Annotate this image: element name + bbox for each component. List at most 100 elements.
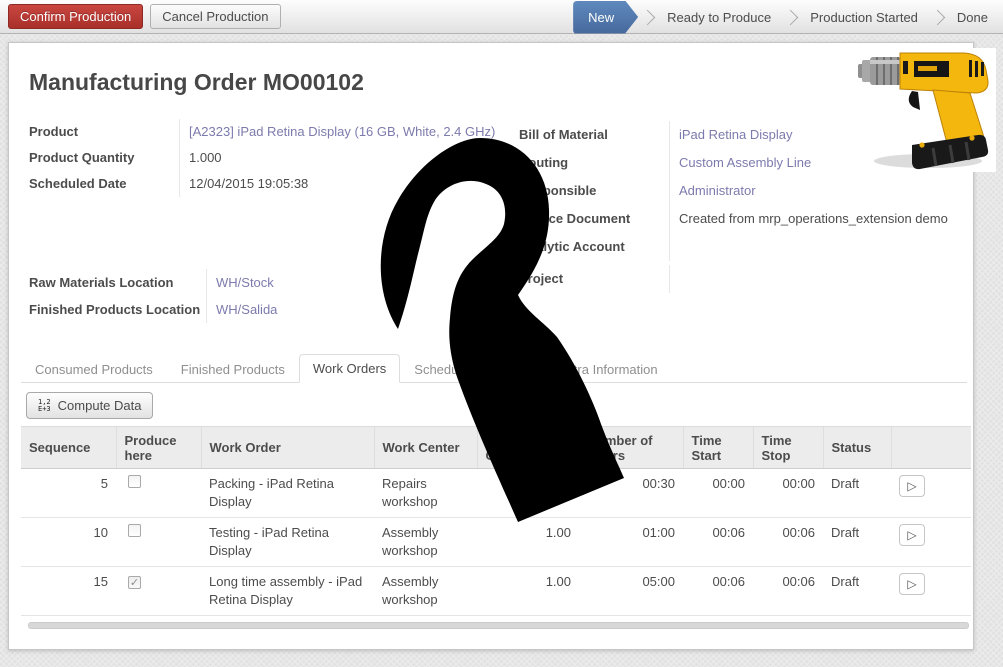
table-row[interactable]: 10Testing - iPad Retina DisplayAssembly … — [21, 518, 971, 567]
start-work-order-button[interactable]: ▷ — [899, 524, 925, 546]
stage-ready-to-produce[interactable]: Ready to Produce — [654, 1, 784, 34]
field-value-source-document[interactable]: Created from mrp_operations_extension de… — [679, 205, 971, 233]
stage-done[interactable]: Done — [944, 1, 1001, 34]
column-header-number-of-hours[interactable]: Number of Hours — [579, 427, 683, 469]
column-header-produce-here[interactable]: Produce here — [116, 427, 201, 469]
field-label-finished-products-location: Finished Products Location — [29, 296, 206, 323]
field-value-product-quantity[interactable]: 1.000 — [189, 145, 507, 171]
compute-data-button[interactable]: 1,2E+3 Compute Data — [26, 392, 153, 419]
table-row[interactable]: 15 ✓ Long time assembly - iPad Retina Disp… — [21, 567, 971, 616]
field-label-product: Product — [29, 119, 179, 145]
field-label-routing: Routing — [519, 149, 669, 177]
stage-separator-icon — [783, 9, 799, 25]
produce-here-checkbox[interactable]: ✓ — [128, 576, 141, 589]
cell-number-of-cycles: 1.00 — [477, 518, 579, 567]
product-image-drill — [856, 48, 996, 172]
cell-time-stop: 00:00 — [753, 469, 823, 518]
column-header-sequence[interactable]: Sequence — [21, 427, 116, 469]
cell-produce-here — [116, 469, 201, 518]
field-label-scheduled-date: Scheduled Date — [29, 171, 179, 197]
form-sheet: Manufacturing Order MO00102 ProductProdu… — [8, 42, 974, 650]
column-header-number-of-cycles[interactable]: Number of Cycles — [477, 427, 579, 469]
table-header-row: SequenceProduce hereWork OrderWork Cente… — [21, 427, 971, 469]
cell-work-center: Assembly workshop — [374, 518, 477, 567]
field-value-scheduled-date[interactable]: 12/04/2015 19:05:38 — [189, 171, 507, 197]
table-row[interactable]: 5 Packing - iPad Retina DisplayRepairs wo… — [21, 469, 971, 518]
cell-time-start: 00:00 — [683, 469, 753, 518]
column-header-blank[interactable] — [891, 427, 971, 469]
field-value-project[interactable] — [679, 265, 971, 293]
stage-new[interactable]: New — [573, 1, 638, 34]
field-value-analytic-account[interactable] — [679, 233, 971, 261]
field-labels: ProductProduct QuantityScheduled Date — [29, 119, 179, 197]
start-work-order-button[interactable]: ▷ — [899, 573, 925, 595]
field-values: [A2323] iPad Retina Display (16 GB, Whit… — [179, 119, 507, 197]
field-values: WH/StockWH/Salida — [206, 269, 399, 323]
cell-produce-here — [116, 518, 201, 567]
field-group-project: Project — [519, 265, 971, 293]
cell-work-center: Repairs workshop — [374, 469, 477, 518]
tab-finished-products[interactable]: Finished Products — [167, 355, 299, 383]
cell-status: Draft — [823, 567, 891, 616]
column-header-work-order[interactable]: Work Order — [201, 427, 374, 469]
field-label-product-quantity: Product Quantity — [29, 145, 179, 171]
tab-work-orders[interactable]: Work Orders — [299, 354, 400, 383]
cancel-production-button[interactable]: Cancel Production — [150, 4, 280, 29]
page-title: Manufacturing Order MO00102 — [29, 69, 364, 96]
table-body: 5 Packing - iPad Retina DisplayRepairs wo… — [21, 469, 971, 616]
notebook-tabs: Consumed ProductsFinished ProductsWork O… — [21, 354, 967, 383]
manufacturing-order-screen: Confirm Production Cancel Production New… — [0, 0, 1003, 667]
field-label-source-document: Source Document — [519, 205, 669, 233]
field-value-product[interactable]: [A2323] iPad Retina Display (16 GB, Whit… — [189, 119, 507, 145]
cell-number-of-cycles: 1.00 — [477, 567, 579, 616]
cell-number-of-hours: 01:00 — [579, 518, 683, 567]
field-group-left: ProductProduct QuantityScheduled Date [A2… — [29, 119, 507, 197]
field-value-raw-materials-location[interactable]: WH/Stock — [216, 269, 399, 296]
field-values — [669, 265, 971, 293]
toolbar: Confirm Production Cancel Production New… — [0, 0, 1003, 34]
field-value-finished-products-location[interactable]: WH/Salida — [216, 296, 399, 323]
cell-action: ▷ — [891, 469, 971, 518]
horizontal-scrollbar[interactable] — [28, 622, 969, 629]
field-group-locations: Raw Materials LocationFinished Products … — [29, 269, 399, 323]
column-header-time-start[interactable]: Time Start — [683, 427, 753, 469]
column-header-status[interactable]: Status — [823, 427, 891, 469]
produce-here-checkbox[interactable] — [128, 475, 141, 488]
column-header-time-stop[interactable]: Time Stop — [753, 427, 823, 469]
cell-status: Draft — [823, 518, 891, 567]
cell-number-of-hours: 05:00 — [579, 567, 683, 616]
cell-work-center: Assembly workshop — [374, 567, 477, 616]
tab-scheduled-products[interactable]: Scheduled Products — [400, 355, 544, 383]
field-label-bill-of-material: Bill of Material — [519, 121, 669, 149]
cell-sequence: 5 — [21, 469, 116, 518]
cell-work-order: Packing - iPad Retina Display — [201, 469, 374, 518]
cell-produce-here: ✓ — [116, 567, 201, 616]
calculator-icon: 1,2E+3 — [38, 399, 51, 413]
cell-time-start: 00:06 — [683, 518, 753, 567]
stage-separator-icon — [640, 9, 656, 25]
field-label-responsible: Responsible — [519, 177, 669, 205]
cell-time-stop: 00:06 — [753, 518, 823, 567]
field-label-project: Project — [519, 265, 669, 293]
cell-sequence: 10 — [21, 518, 116, 567]
cell-sequence: 15 — [21, 567, 116, 616]
field-labels: Project — [519, 265, 669, 293]
stage-separator-icon — [930, 9, 946, 25]
cell-number-of-hours: 00:30 — [579, 469, 683, 518]
produce-here-checkbox[interactable] — [128, 524, 141, 537]
compute-data-label: Compute Data — [58, 398, 142, 413]
field-value-responsible[interactable]: Administrator — [679, 177, 971, 205]
field-label-analytic-account: Analytic Account — [519, 233, 669, 261]
cell-status: Draft — [823, 469, 891, 518]
cell-work-order: Long time assembly - iPad Retina Display — [201, 567, 374, 616]
cell-time-stop: 00:06 — [753, 567, 823, 616]
column-header-work-center[interactable]: Work Center — [374, 427, 477, 469]
start-work-order-button[interactable]: ▷ — [899, 475, 925, 497]
tab-extra-information[interactable]: Extra Information — [545, 355, 672, 383]
confirm-production-button[interactable]: Confirm Production — [8, 4, 143, 29]
cell-number-of-cycles — [477, 469, 579, 518]
drill-icon — [856, 48, 996, 172]
field-label-raw-materials-location: Raw Materials Location — [29, 269, 206, 296]
tab-consumed-products[interactable]: Consumed Products — [21, 355, 167, 383]
stage-production-started[interactable]: Production Started — [797, 1, 931, 34]
